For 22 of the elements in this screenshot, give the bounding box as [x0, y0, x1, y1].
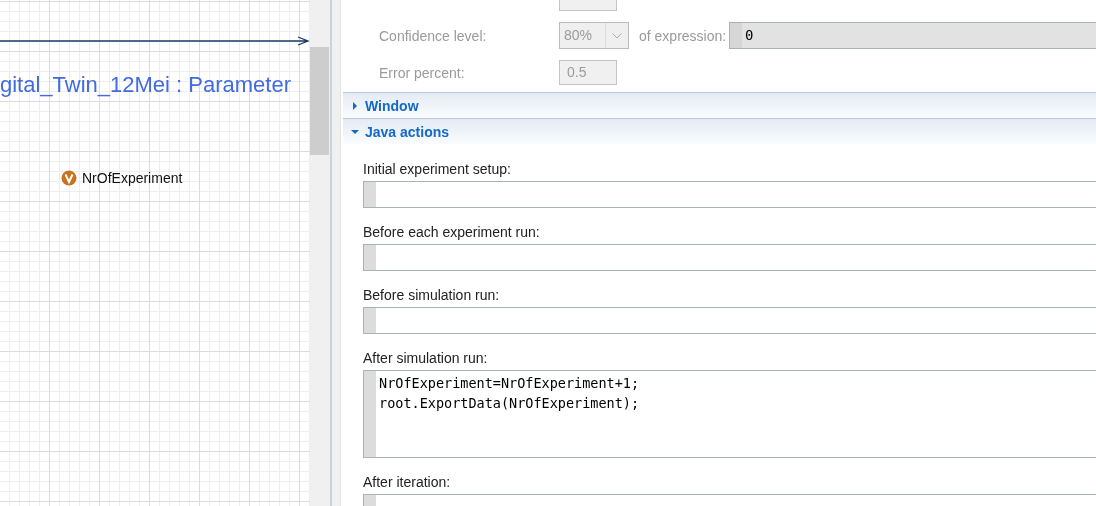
field-label: Confidence level:: [379, 27, 488, 44]
field-label: of expression:: [639, 27, 728, 44]
expand-triangle-icon: [351, 101, 359, 110]
collapse-triangle-icon: [351, 127, 359, 136]
field-label: Initial experiment setup:: [363, 160, 512, 179]
variable-icon: [61, 170, 77, 186]
field-label: After simulation run:: [363, 349, 489, 368]
code-editor[interactable]: NrOfExperiment=NrOfExperiment+1; root.ExportData(NrOfExperiment);: [363, 370, 1096, 458]
variable-label[interactable]: NrOfExperiment: [82, 170, 183, 186]
code-editor[interactable]: [363, 181, 1096, 208]
field-label: Error percent:: [379, 64, 466, 81]
pane-splitter[interactable]: [330, 0, 340, 506]
code-editor[interactable]: [363, 307, 1096, 334]
field-label: Before each experiment run:: [363, 223, 541, 242]
code-editor[interactable]: [363, 244, 1096, 271]
chevron-down-icon: [612, 32, 622, 39]
field-label: Before simulation run:: [363, 286, 501, 305]
diagram-title: gital_Twin_12Mei : Parameter: [0, 72, 292, 98]
section-header[interactable]: Java actions: [343, 118, 1096, 144]
vertical-scrollbar[interactable]: [310, 0, 330, 506]
field-label: After iteration:: [363, 473, 452, 492]
section-header[interactable]: Window: [343, 92, 1096, 118]
